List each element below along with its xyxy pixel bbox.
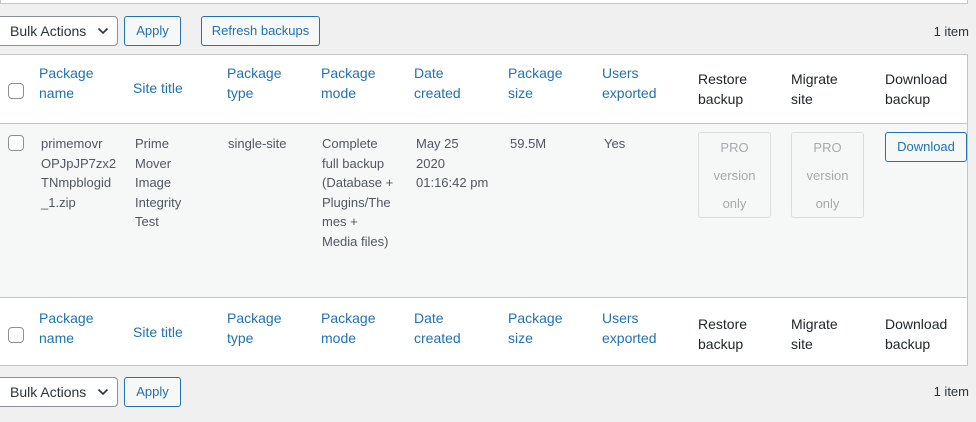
previous-panel-edge (0, 0, 968, 4)
column-package-type-footer[interactable]: Package type (227, 308, 313, 348)
users-exported-cell: Yes (604, 136, 626, 151)
tablenav-top: Bulk Actions Apply Refresh backups 1 ite… (0, 15, 976, 47)
column-download-backup-footer: Download backup (885, 316, 948, 352)
items-count-bottom: 1 item (933, 384, 969, 399)
backups-table: Package name Site title Package type Pac… (0, 54, 968, 366)
bulk-actions-label: Bulk Actions (10, 23, 87, 39)
column-date-created-footer[interactable]: Date created (414, 308, 500, 348)
chevron-down-icon (97, 388, 109, 396)
column-migrate-site-footer: Migrate site (791, 316, 838, 352)
column-migrate-site: Migrate site (791, 71, 838, 107)
package-type-cell: single-site (228, 136, 287, 151)
column-package-name-footer[interactable]: Package name (39, 308, 125, 348)
column-site-title-footer[interactable]: Site title (133, 322, 219, 342)
column-package-type[interactable]: Package type (227, 63, 313, 103)
column-users-exported-footer[interactable]: Users exported (602, 308, 688, 348)
apply-button[interactable]: Apply (124, 16, 181, 46)
tablenav-bottom: Bulk Actions Apply 1 item (0, 376, 976, 408)
migrate-pro-only-badge: PRO version only (791, 132, 864, 218)
date-created-cell: May 25 2020 01:16:42 pm (416, 136, 489, 190)
column-package-mode[interactable]: Package mode (321, 63, 407, 103)
bulk-actions-label: Bulk Actions (10, 384, 87, 400)
refresh-backups-button[interactable]: Refresh backups (201, 16, 320, 46)
select-all-checkbox[interactable] (8, 83, 24, 99)
column-restore-backup: Restore backup (698, 71, 748, 107)
bulk-actions-select-bottom[interactable]: Bulk Actions (0, 377, 118, 407)
bulk-actions-select[interactable]: Bulk Actions (0, 16, 118, 46)
column-package-size[interactable]: Package size (508, 63, 594, 103)
column-date-created[interactable]: Date created (414, 63, 500, 103)
column-restore-backup-footer: Restore backup (698, 316, 748, 352)
chevron-down-icon (97, 27, 109, 35)
column-package-size-footer[interactable]: Package size (508, 308, 594, 348)
table-row: primemovr OPJpJP7zx2 TNmpblogid _1.zip P… (0, 124, 967, 297)
select-all-checkbox-footer[interactable] (8, 327, 24, 343)
apply-button-bottom[interactable]: Apply (124, 377, 181, 407)
restore-pro-only-badge: PRO version only (698, 132, 771, 218)
download-button[interactable]: Download (885, 132, 967, 162)
table-header-row: Package name Site title Package type Pac… (0, 55, 967, 124)
package-mode-cell: Complete full backup (Database + Plugins… (322, 136, 394, 249)
table-footer-row: Package name Site title Package type Pac… (0, 297, 967, 367)
column-package-mode-footer[interactable]: Package mode (321, 308, 407, 348)
column-site-title[interactable]: Site title (133, 78, 219, 98)
site-title-cell: Prime Mover Image Integrity Test (135, 136, 182, 229)
row-checkbox[interactable] (8, 135, 24, 151)
package-size-cell: 59.5M (510, 136, 547, 151)
column-download-backup: Download backup (885, 71, 948, 107)
items-count: 1 item (933, 24, 969, 39)
column-package-name[interactable]: Package name (39, 63, 125, 103)
column-users-exported[interactable]: Users exported (602, 63, 688, 103)
package-name-cell: primemovr OPJpJP7zx2 TNmpblogid _1.zip (41, 136, 117, 210)
